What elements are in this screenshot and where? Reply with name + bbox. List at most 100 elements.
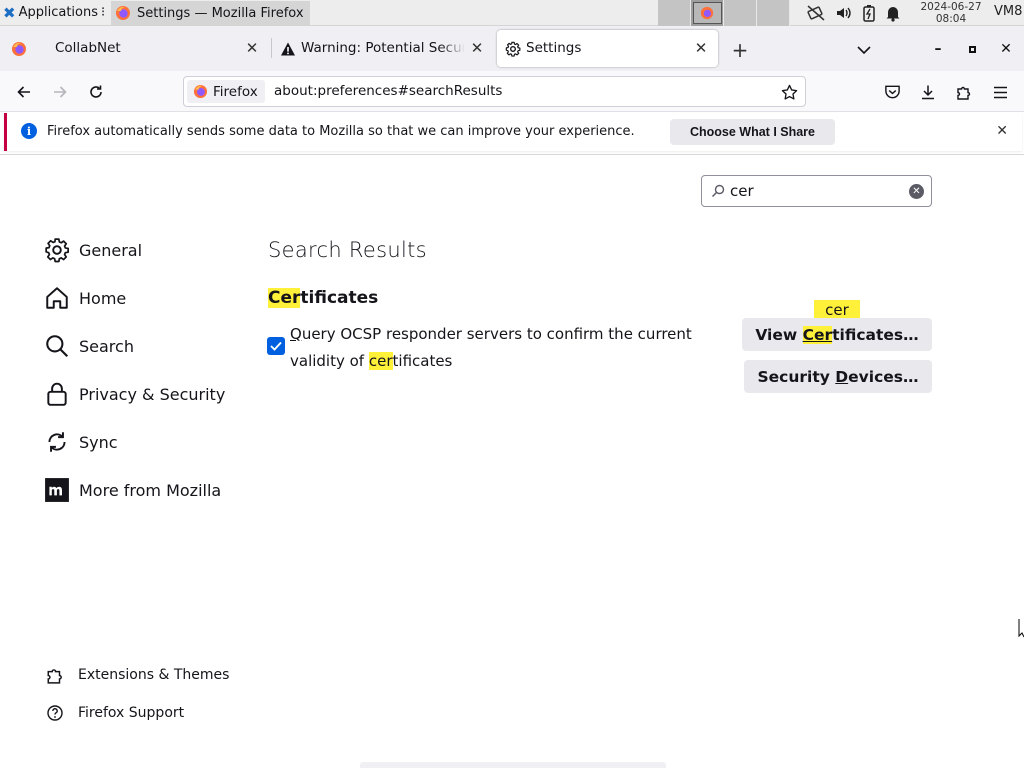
system-tray [806,2,901,24]
ocsp-checkbox-label[interactable]: Query OCSP responder servers to confirm … [290,321,710,375]
identity-box[interactable]: Firefox [187,80,265,103]
plus-icon: + [731,38,749,62]
taskbar-window-firefox[interactable]: Settings — Mozilla Firefox [111,1,310,25]
app-menu-button[interactable] [987,79,1013,105]
extensions-button[interactable] [951,79,977,105]
notification-bell-icon[interactable] [885,4,901,22]
maximize-window-button[interactable] [961,38,983,60]
new-tab-button[interactable]: + [727,37,753,63]
data-collection-notification: i Firefox automatically sends some data … [4,113,1022,151]
os-top-panel: ✖ Applications ⁝ Settings — Mozilla Fire… [0,0,1024,26]
xfce-logo-icon: ✖ [3,3,16,22]
arrow-right-icon [54,86,67,98]
sidebar-item-privacy-security[interactable]: Privacy & Security [44,377,225,411]
workspace-2[interactable] [691,0,724,26]
workspace-3[interactable] [724,0,757,26]
puzzle-icon [47,669,62,684]
view-certificates-button[interactable]: View Cer tificates… [742,318,932,351]
button-text: Security [757,367,836,386]
warning-icon [281,42,295,56]
search-icon [711,184,725,198]
clock-time: 08:04 [935,13,967,25]
gear-icon [505,41,521,57]
access-key: D [835,367,849,386]
firefox-logo-icon [116,6,130,20]
reload-icon [90,85,102,98]
sidebar-item-search[interactable]: Search [44,329,134,363]
pocket-button[interactable] [879,79,905,105]
close-notification-icon[interactable]: ✕ [996,123,1008,139]
sync-icon [48,432,66,452]
mozilla-icon [45,478,69,502]
mouse-cursor-icon [1018,619,1024,638]
access-key: Q [290,325,302,343]
star-icon [781,84,797,100]
search-highlight: Cer [268,288,301,308]
battery-icon[interactable] [862,4,876,22]
sidebar-item-more-from-mozilla[interactable]: More from Mozilla [44,473,221,507]
home-icon [46,287,68,309]
ocsp-checkbox[interactable] [267,337,285,355]
network-disconnected-icon[interactable] [806,4,826,22]
sidebar-item-general[interactable]: General [44,233,142,267]
sidebar-item-sync[interactable]: Sync [44,425,118,459]
close-tab-icon[interactable]: ✕ [243,39,261,57]
sidebar-footer-extensions-themes[interactable]: Extensions & Themes [46,666,229,684]
certificates-section-heading: Certificates [268,288,378,308]
tab-strip: CollabNet ✕ Warning: Potential Security … [0,26,1024,71]
notification-message: Firefox automatically sends some data to… [47,124,635,139]
close-tab-icon[interactable]: ✕ [692,39,710,57]
minimize-icon: – [934,41,942,57]
vm-label: VM8 [994,4,1023,19]
applications-menu-arrow-icon: ⁝ [101,5,106,20]
back-button[interactable] [11,79,37,105]
workspace-4[interactable] [757,0,790,26]
content-separator [0,154,1024,155]
url-bar[interactable]: Firefox about:preferences#searchResults [183,76,806,107]
choose-what-i-share-button[interactable]: Choose What I Share [670,119,835,145]
sidebar-item-home[interactable]: Home [44,281,126,315]
puzzle-icon [957,86,971,100]
firefox-logo-icon [700,6,714,20]
reload-button[interactable] [83,79,109,105]
search-highlight: Cer [802,325,833,344]
downloads-button[interactable] [915,79,941,105]
status-panel-edge [360,762,666,768]
minimize-window-button[interactable]: – [927,38,949,60]
sidebar-item-label: Privacy & Security [79,384,226,404]
list-all-tabs-button[interactable] [852,38,876,62]
clear-search-icon[interactable]: ✕ [909,184,924,199]
search-value: cer [730,182,754,200]
taskbar-window-title: Settings — Mozilla Firefox [137,5,304,21]
page-title: Search Results [268,238,427,262]
close-window-button[interactable]: ✕ [995,38,1017,60]
identity-label: Firefox [213,83,258,100]
button-text: tificates… [832,325,919,344]
workspace-1[interactable] [658,0,691,26]
tab-settings[interactable]: Settings ✕ [497,30,718,67]
button-text: View [755,325,803,344]
applications-menu[interactable]: ✖ Applications ⁝ [0,0,108,25]
lock-icon [47,382,67,406]
download-icon [922,85,934,100]
sidebar-footer-firefox-support[interactable]: Firefox Support [46,704,184,722]
sidebar-footer-label: Firefox Support [78,705,185,721]
label-text: tificates [392,352,453,370]
tab-title: Warning: Potential Security Risk Ahead [301,40,465,56]
forward-button[interactable] [47,79,73,105]
hamburger-menu-icon [993,86,1007,98]
volume-icon[interactable] [835,4,853,22]
close-tab-icon[interactable]: ✕ [468,39,486,57]
security-devices-button[interactable]: Security Devices… [744,360,932,393]
help-icon [47,705,63,721]
sidebar-item-label: Search [79,336,134,356]
clock[interactable]: 2024-06-27 08:04 [914,1,988,25]
sidebar-footer-label: Extensions & Themes [78,667,230,683]
preferences-search-input[interactable]: cer ✕ [701,175,932,207]
url-text[interactable]: about:preferences#searchResults [274,83,502,99]
bookmark-star-button[interactable] [778,81,800,103]
tab-collabnet[interactable]: CollabNet ✕ [0,30,269,67]
checkmark-icon [270,341,282,351]
close-icon: ✕ [1000,41,1012,57]
tab-security-warning[interactable]: Warning: Potential Security Risk Ahead ✕ [272,30,494,67]
